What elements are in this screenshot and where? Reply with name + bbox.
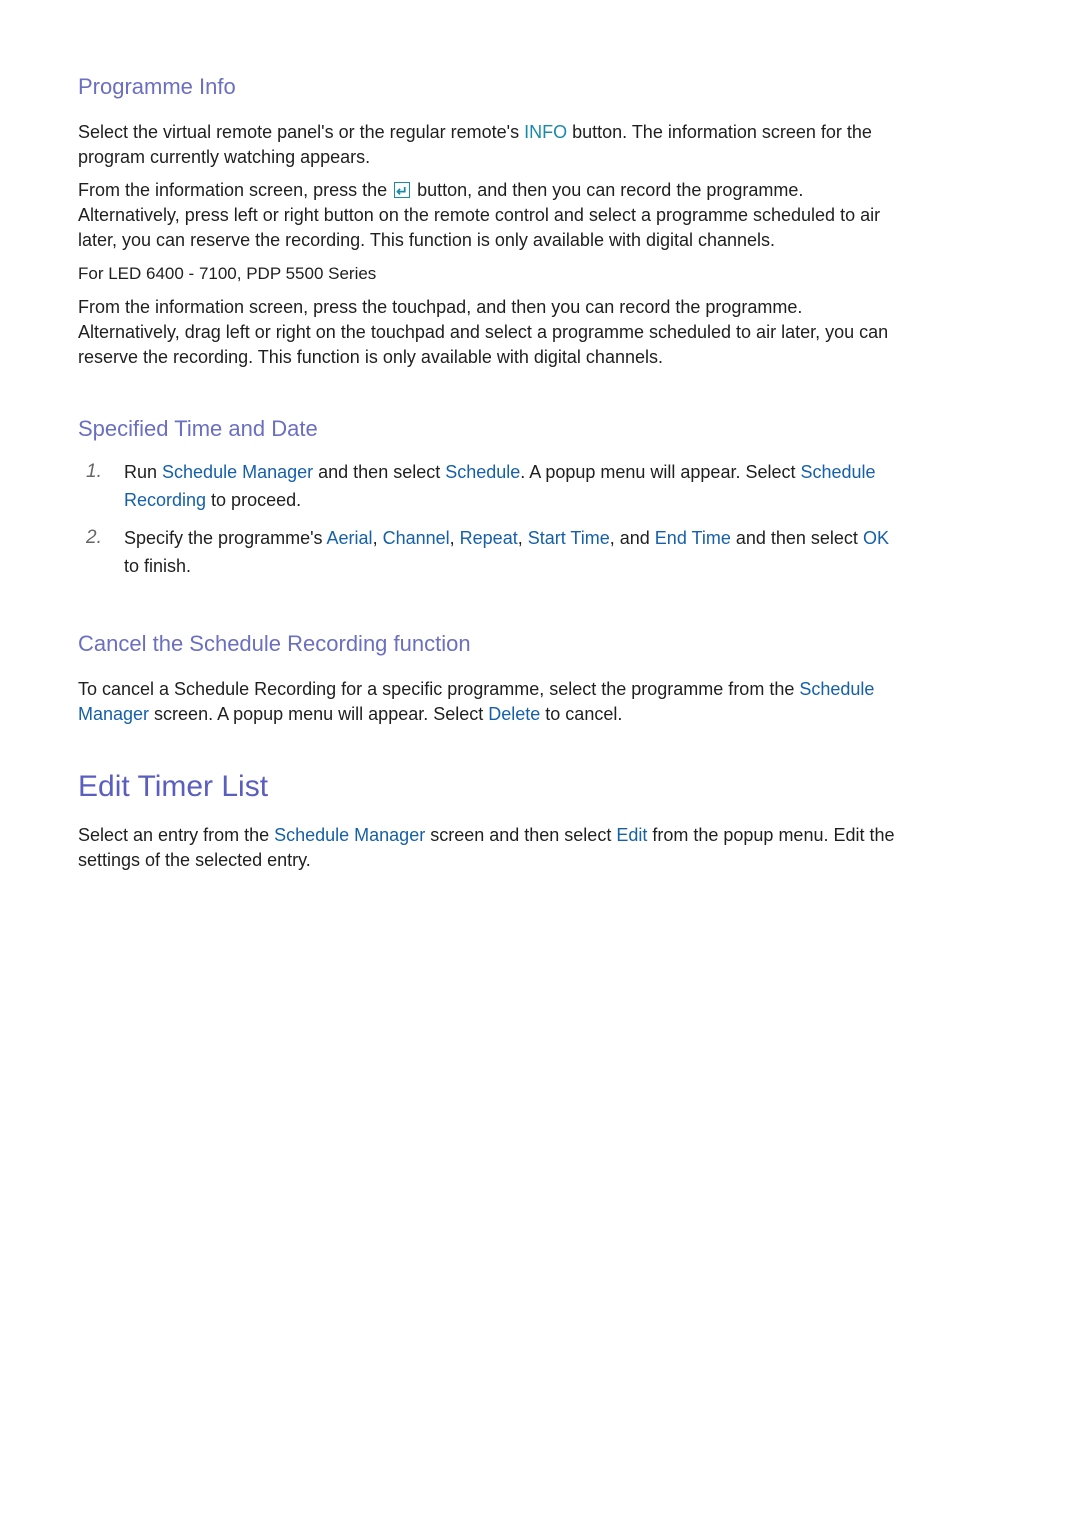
- text: Alternatively, press left or right butto…: [78, 205, 881, 225]
- paragraph-cancel: To cancel a Schedule Recording for a spe…: [78, 677, 1008, 727]
- text: settings of the selected entry.: [78, 850, 311, 870]
- text: to proceed.: [206, 490, 302, 510]
- paragraph-touchpad: From the information screen, press the t…: [78, 295, 1008, 370]
- text: From the information screen, press the t…: [78, 297, 803, 317]
- text: ,: [517, 528, 528, 548]
- heading-cancel-schedule: Cancel the Schedule Recording function: [78, 631, 471, 656]
- keyword-info: INFO: [524, 122, 568, 142]
- step-2: 2. Specify the programme's Aerial, Chann…: [78, 524, 1008, 580]
- text: Run: [124, 462, 163, 482]
- step-1: 1. Run Schedule Manager and then select …: [78, 458, 1008, 514]
- text: to cancel.: [540, 704, 623, 724]
- text: and then select: [313, 462, 446, 482]
- keyword-schedule-manager: Schedule Manager: [274, 825, 426, 845]
- text: To cancel a Schedule Recording for a spe…: [78, 679, 800, 699]
- text: screen. A popup menu will appear. Select: [149, 704, 489, 724]
- text: from the popup menu. Edit the: [647, 825, 895, 845]
- subheading-led-series: For LED 6400 - 7100, PDP 5500 Series: [78, 264, 377, 283]
- keyword-delete: Delete: [488, 704, 541, 724]
- keyword-aerial: Aerial: [326, 528, 373, 548]
- text: Select an entry from the: [78, 825, 275, 845]
- text: . A popup menu will appear. Select: [520, 462, 801, 482]
- paragraph-info-button: Select the virtual remote panel's or the…: [78, 120, 1008, 170]
- text: program currently watching appears.: [78, 147, 371, 167]
- enter-icon: [394, 179, 411, 204]
- text: button. The information screen for the: [567, 122, 872, 142]
- text: to finish.: [124, 556, 192, 576]
- text: Alternatively, drag left or right on the…: [78, 322, 889, 342]
- text: Specify the programme's: [124, 528, 327, 548]
- steps-list: 1. Run Schedule Manager and then select …: [78, 458, 1008, 580]
- text: ,: [449, 528, 460, 548]
- keyword-schedule: Schedule: [445, 462, 521, 482]
- keyword-schedule: Schedule: [799, 679, 875, 699]
- text: reserve the recording. This function is …: [78, 347, 663, 367]
- text: button, and then you can record the prog…: [412, 180, 804, 200]
- paragraph-record-button: From the information screen, press the b…: [78, 178, 1008, 253]
- text: , and: [609, 528, 655, 548]
- keyword-ok: OK: [862, 528, 889, 548]
- step-number: 2.: [86, 527, 102, 548]
- text: screen and then select: [425, 825, 617, 845]
- keyword-start-time: Start Time: [527, 528, 610, 548]
- keyword-schedule-manager: Schedule Manager: [162, 462, 314, 482]
- text: ,: [372, 528, 383, 548]
- paragraph-edit-timer: Select an entry from the Schedule Manage…: [78, 823, 1008, 873]
- keyword-end-time: End Time: [654, 528, 731, 548]
- heading-programme-info: Programme Info: [78, 74, 236, 99]
- text: and then select: [730, 528, 863, 548]
- step-number: 1.: [86, 461, 102, 482]
- heading-specified-time: Specified Time and Date: [78, 416, 318, 441]
- title-edit-timer-list: Edit Timer List: [78, 770, 269, 803]
- keyword-schedule: Schedule: [800, 462, 876, 482]
- text: From the information screen, press the: [78, 180, 393, 200]
- text: Select the virtual remote panel's or the…: [78, 122, 525, 142]
- keyword-manager: Manager: [78, 704, 150, 724]
- keyword-recording: Recording: [124, 490, 207, 510]
- text: later, you can reserve the recording. Th…: [78, 230, 776, 250]
- keyword-channel: Channel: [382, 528, 450, 548]
- keyword-repeat: Repeat: [459, 528, 518, 548]
- keyword-edit: Edit: [616, 825, 648, 845]
